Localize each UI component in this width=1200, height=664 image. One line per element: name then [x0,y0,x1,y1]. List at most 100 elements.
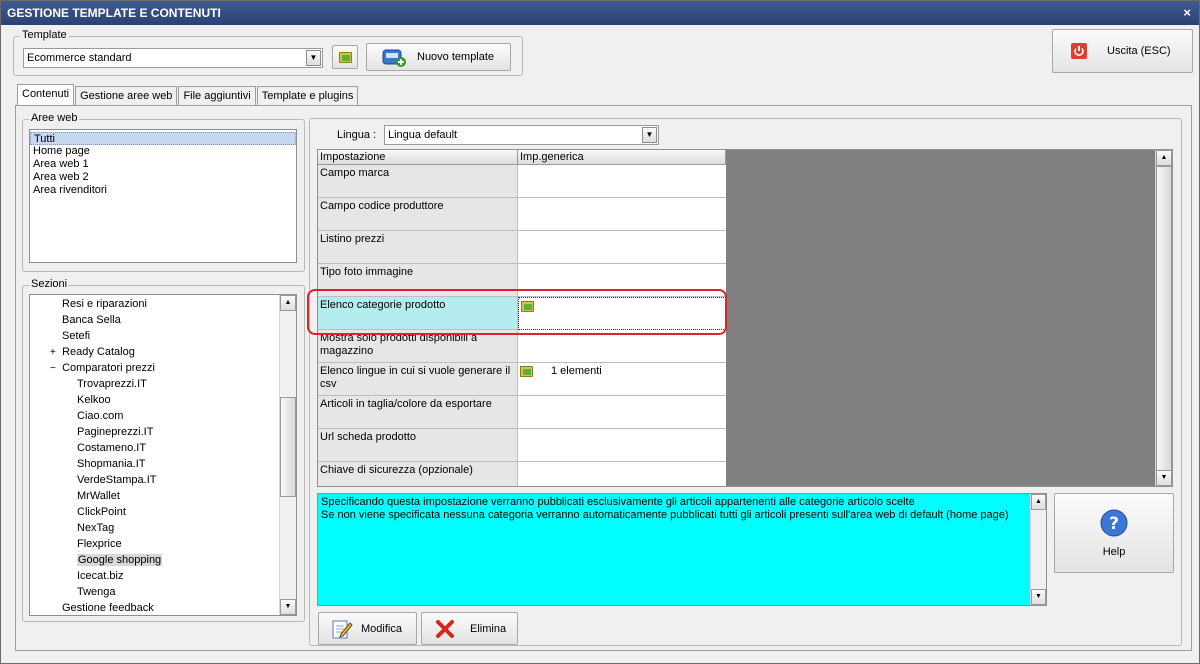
collapse-icon[interactable]: − [50,361,59,377]
lingua-select[interactable]: Lingua default ▼ [384,125,659,145]
chevron-down-icon[interactable]: ▼ [642,127,657,143]
elimina-button[interactable]: Elimina [421,612,518,645]
list-item[interactable]: Home page [30,145,296,158]
grid-scrollbar[interactable]: ▲ ▼ [1155,150,1172,486]
list-item[interactable]: Area web 2 [30,171,296,184]
tree-item[interactable]: Icecat.biz [30,568,280,584]
aree-web-legend: Aree web [29,112,80,124]
lingua-label: Lingua : [337,129,377,141]
grid-header-impostazione[interactable]: Impostazione [318,150,518,165]
description-scrollbar[interactable]: ▲ ▼ [1030,494,1046,605]
help-icon: ? [1100,509,1128,537]
aree-web-list[interactable]: Tutti Home page Area web 1 Area web 2 Ar… [29,129,297,263]
tree-item[interactable]: ClickPoint [30,504,280,520]
tree-item[interactable]: Costameno.IT [30,440,280,456]
tree-item[interactable]: + Ready Catalog [30,344,280,360]
close-icon[interactable]: × [1183,1,1191,25]
exit-label: Uscita (ESC) [1107,45,1171,57]
lingua-select-value: Lingua default [388,129,458,141]
expand-icon[interactable]: + [50,345,59,361]
new-template-icon [382,49,406,67]
tree-item[interactable]: Flexprice [30,536,280,552]
description-box[interactable]: Specificando questa impostazione verrann… [317,493,1047,606]
modifica-label: Modifica [361,622,402,635]
scroll-thumb[interactable] [280,397,296,497]
list-item[interactable]: Area rivenditori [30,184,296,197]
setting-value[interactable] [518,429,726,462]
table-row[interactable]: Url scheda prodotto [318,429,726,462]
setting-name: Chiave di sicurezza (opzionale) [318,462,518,486]
sezioni-scrollbar[interactable]: ▲ ▼ [279,295,296,615]
tree-item[interactable]: Setefi [30,328,280,344]
setting-value[interactable] [518,198,726,231]
sezioni-legend: Sezioni [29,278,70,290]
tree-item[interactable]: Twenga [30,584,280,600]
title-bar: GESTIONE TEMPLATE E CONTENUTI × [1,1,1199,25]
scroll-up-icon[interactable]: ▲ [1031,494,1046,510]
tree-item[interactable]: Shopmania.IT [30,456,280,472]
tree-item[interactable]: Gestione feedback [30,600,280,615]
open-folder-button[interactable] [332,45,358,69]
grid-header-imp-generica[interactable]: Imp.generica [518,150,726,165]
chevron-down-icon[interactable]: ▼ [306,50,321,66]
tab-strip: Contenuti Gestione aree web File aggiunt… [17,84,359,106]
setting-name: Articoli in taglia/colore da esportare [318,396,518,429]
tree-item[interactable]: Trovaprezzi.IT [30,376,280,392]
tab-contenuti[interactable]: Contenuti [17,84,75,105]
tree-item[interactable]: Pagineprezzi.IT [30,424,280,440]
list-item[interactable]: Area web 1 [30,158,296,171]
tree-item[interactable]: MrWallet [30,488,280,504]
folder-icon[interactable] [520,365,533,377]
tree-item-selected[interactable]: Google shopping [30,552,280,568]
tab-file-aggiuntivi[interactable]: File aggiuntivi [178,86,256,105]
table-row[interactable]: Listino prezzi [318,231,726,264]
description-line-2: Se non viene specificata nessuna categor… [321,509,1009,521]
svg-text:?: ? [1109,514,1119,534]
exit-button[interactable]: Uscita (ESC) [1052,29,1193,73]
setting-value[interactable] [518,462,726,486]
modifica-button[interactable]: Modifica [318,612,417,645]
scroll-down-icon[interactable]: ▼ [280,599,296,615]
edit-icon [332,620,353,638]
main-window: GESTIONE TEMPLATE E CONTENUTI × Template… [0,0,1200,664]
table-row[interactable]: Elenco lingue in cui si vuole generare i… [318,363,726,396]
elimina-label: Elimina [470,622,507,635]
scroll-up-icon[interactable]: ▲ [280,295,296,311]
template-select[interactable]: Ecommerce standard ▼ [23,48,323,68]
scroll-thumb[interactable] [1156,166,1172,471]
help-label: Help [1102,546,1126,558]
tree-item[interactable]: Ciao.com [30,408,280,424]
setting-value[interactable] [518,231,726,264]
template-select-value: Ecommerce standard [27,52,132,64]
setting-value[interactable] [518,396,726,429]
template-legend: Template [20,29,69,41]
table-row[interactable]: Articoli in taglia/colore da esportare [318,396,726,429]
tree-item[interactable]: Kelkoo [30,392,280,408]
tree-item[interactable]: Banca Sella [30,312,280,328]
delete-icon [436,619,454,638]
table-row[interactable]: Campo codice produttore [318,198,726,231]
tree-item[interactable]: Resi e riparazioni [30,296,280,312]
new-template-label: Nuovo template [417,51,495,63]
scroll-up-icon[interactable]: ▲ [1156,150,1172,166]
sezioni-tree[interactable]: Resi e riparazioni Banca Sella Setefi + … [29,294,297,616]
setting-value[interactable]: 1 elementi [518,363,726,396]
scroll-down-icon[interactable]: ▼ [1156,470,1172,486]
tree-item[interactable]: VerdeStampa.IT [30,472,280,488]
setting-name: Elenco lingue in cui si vuole generare i… [318,363,518,396]
new-template-button[interactable]: Nuovo template [366,43,511,71]
help-button[interactable]: ? Help [1054,493,1174,573]
tab-gestione-aree-web[interactable]: Gestione aree web [75,86,178,105]
scroll-down-icon[interactable]: ▼ [1031,589,1046,605]
table-row[interactable]: Chiave di sicurezza (opzionale) [318,462,726,486]
tab-template-plugins[interactable]: Template e plugins [256,86,359,105]
table-row[interactable]: Campo marca [318,165,726,198]
list-item[interactable]: Tutti [30,132,296,145]
tree-item[interactable]: − Comparatori prezzi [30,360,280,376]
setting-name: Url scheda prodotto [318,429,518,462]
setting-name: Campo codice produttore [318,198,518,231]
setting-value[interactable] [518,165,726,198]
tree-item[interactable]: NexTag [30,520,280,536]
highlight-annotation [307,289,727,335]
window-title: GESTIONE TEMPLATE E CONTENUTI [7,6,221,20]
